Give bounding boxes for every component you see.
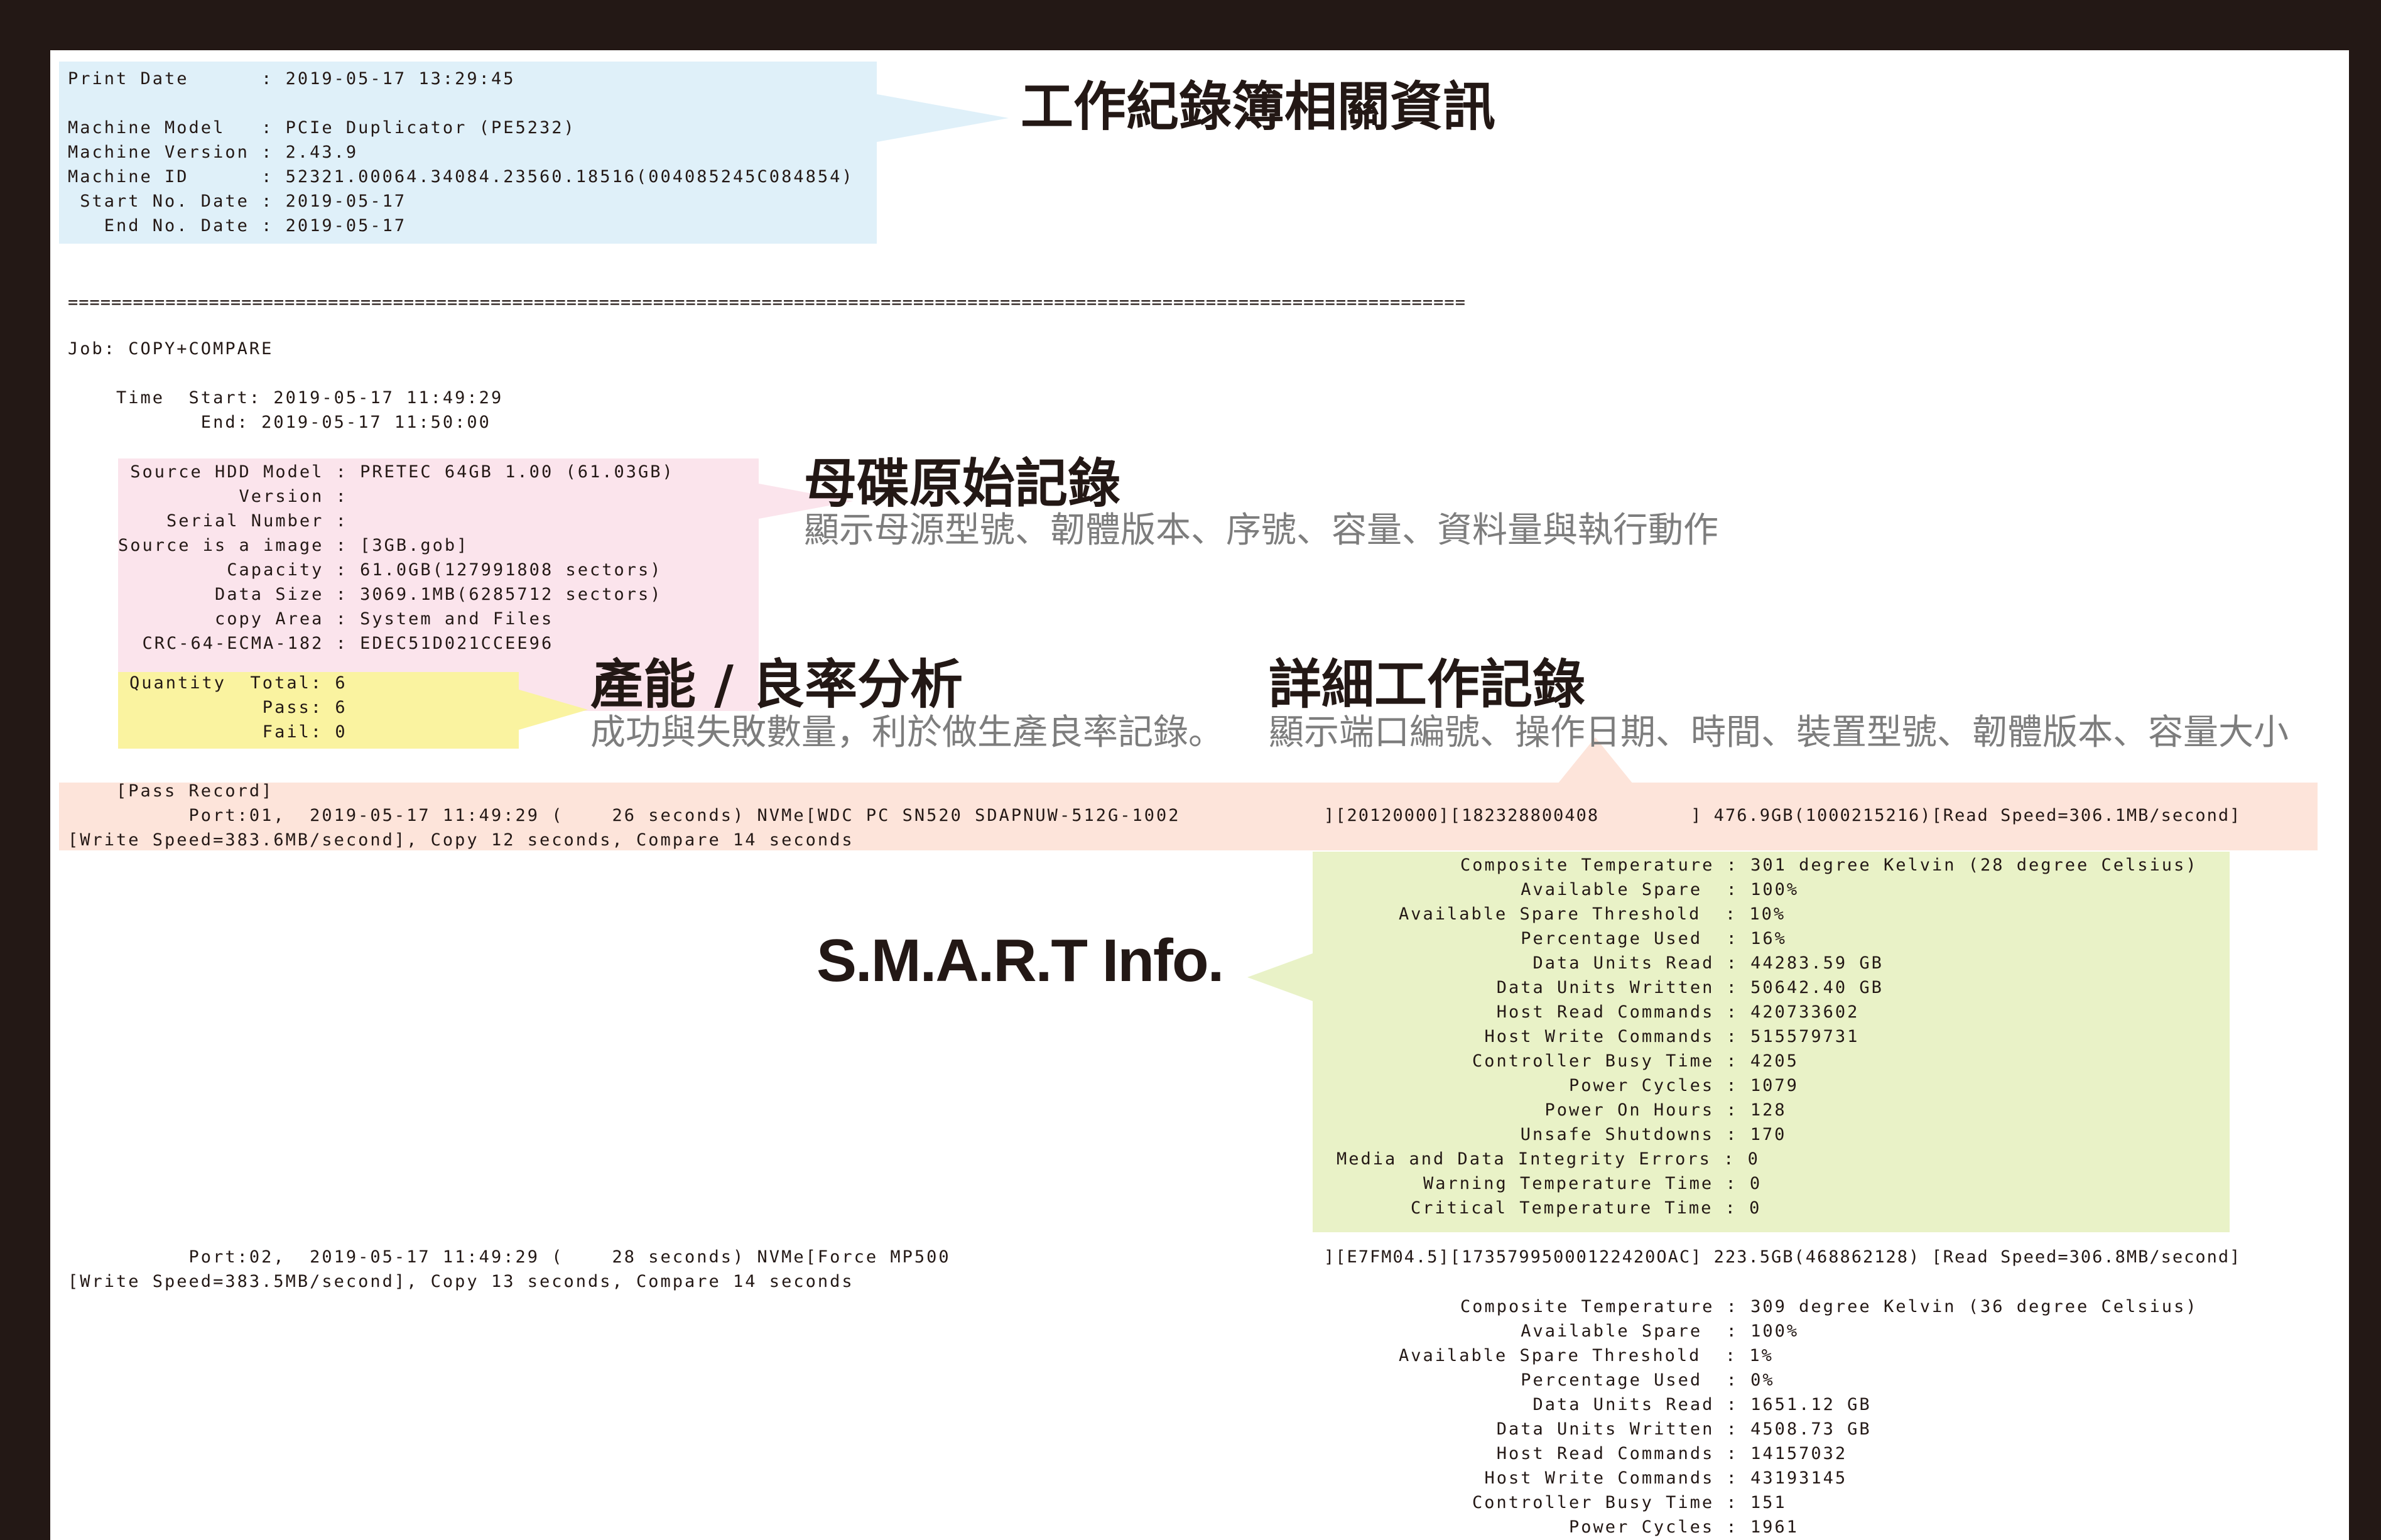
source-copy-area-line: copy Area : System and Files	[118, 609, 554, 629]
smart-row: Power Cycles : 1961	[1472, 1517, 1799, 1537]
machine-id-line: Machine ID : 52321.00064.34084.23560.185…	[68, 167, 854, 187]
time-end-line: End: 2019-05-17 11:50:00	[68, 413, 491, 432]
yield-analysis-heading: 產能 / 良率分析	[590, 654, 963, 715]
smart-info-heading: S.M.A.R.T Info.	[816, 927, 1224, 994]
master-record-description: 顯示母源型號、韌體版本、序號、容量、資料量與執行動作	[804, 510, 1718, 551]
smart-row: Controller Busy Time : 4205	[1472, 1051, 1799, 1071]
smart-row: Host Read Commands : 420733602	[1460, 1002, 1860, 1022]
report-paper: Print Date : 2019-05-17 13:29:45 Machine…	[50, 50, 2349, 1540]
end-no-date-line: End No. Date : 2019-05-17	[68, 216, 407, 236]
machine-model-line: Machine Model : PCIe Duplicator (PE5232)	[68, 118, 576, 138]
smart-row: Composite Temperature : 301 degree Kelvi…	[1460, 855, 2198, 875]
smart-row: Available Spare Threshold : 1%	[1399, 1346, 1774, 1365]
smart-row: Warning Temperature Time : 0	[1423, 1174, 1762, 1193]
smart-row: Available Spare Threshold : 10%	[1399, 904, 1786, 924]
smart-row: Data Units Read : 44283.59 GB	[1460, 953, 1884, 973]
quantity-fail-line: Fail: 0	[129, 722, 347, 742]
smart-row: Host Write Commands : 515579731	[1460, 1027, 1860, 1046]
quantity-pass-line: Pass: 6	[129, 698, 347, 717]
port2-write-line: [Write Speed=383.5MB/second], Copy 13 se…	[68, 1272, 854, 1291]
source-crc-line: CRC-64-ECMA-182 : EDEC51D021CCEE96	[118, 634, 554, 653]
detail-record-description: 顯示端口編號、操作日期、時間、裝置型號、韌體版本、容量大小	[1269, 712, 2289, 753]
smart-row: Critical Temperature Time : 0	[1411, 1198, 1762, 1218]
smart-row: Unsafe Shutdowns : 170	[1484, 1125, 1787, 1144]
smart-info-callout-pointer	[1247, 953, 1313, 1001]
quantity-total-line: Quantity Total: 6	[129, 673, 347, 693]
smart-row: Data Units Written : 50642.40 GB	[1460, 978, 1884, 997]
machine-info-callout-pointer	[877, 94, 1009, 142]
port1-speed-line: ][20120000][182328800408 ] 476.9GB(10002…	[1324, 806, 2242, 825]
quantity-callout-pointer	[519, 690, 588, 730]
document-page: { "header": { "print_date": "Print Date …	[0, 0, 2381, 1540]
source-data-size-line: Data Size : 3069.1MB(6285712 sectors)	[118, 585, 663, 604]
time-start-line: Time Start: 2019-05-17 11:49:29	[68, 388, 504, 408]
smart-row: Data Units Read : 1651.12 GB	[1460, 1395, 1872, 1414]
source-capacity-line: Capacity : 61.0GB(127991808 sectors)	[118, 560, 663, 580]
separator-line: ========================================…	[68, 293, 1466, 312]
job-line: Job: COPY+COMPARE	[68, 339, 274, 359]
smart-row: Data Units Written : 4508.73 GB	[1460, 1419, 1872, 1439]
start-no-date-line: Start No. Date : 2019-05-17	[68, 192, 407, 211]
smart-row: Composite Temperature : 309 degree Kelvi…	[1460, 1297, 2198, 1316]
source-version-line: Version :	[118, 487, 348, 506]
port2-speed-line: ][E7FM04.5][17357995000122420OAC] 223.5G…	[1324, 1247, 2242, 1267]
pass-record-label: [Pass Record]	[68, 781, 274, 801]
source-model-line: Source HDD Model : PRETEC 64GB 1.00 (61.…	[118, 462, 675, 482]
port2-device-line: Port:02, 2019-05-17 11:49:29 ( 28 second…	[68, 1247, 951, 1267]
workbook-info-heading: 工作紀錄簿相關資訊	[1021, 76, 1496, 138]
smart-row: Power On Hours : 128	[1472, 1100, 1787, 1120]
smart-row: Controller Busy Time : 151	[1472, 1493, 1787, 1512]
yield-analysis-description: 成功與失敗數量，利於做生產良率記錄。	[590, 712, 1223, 753]
smart-row: Power Cycles : 1079	[1472, 1076, 1799, 1095]
smart-row: Available Spare : 100%	[1460, 880, 1799, 899]
machine-version-line: Machine Version : 2.43.9	[68, 143, 359, 162]
smart-row: Percentage Used : 16%	[1460, 929, 1787, 948]
port1-write-line: [Write Speed=383.6MB/second], Copy 12 se…	[68, 830, 854, 850]
port1-device-line: Port:01, 2019-05-17 11:49:29 ( 26 second…	[68, 806, 1181, 825]
source-serial-line: Serial Number :	[118, 511, 348, 531]
detail-record-heading: 詳細工作記錄	[1269, 654, 1586, 715]
source-image-line: Source is a image : [3GB.gob]	[118, 536, 469, 555]
master-record-heading: 母碟原始記錄	[804, 453, 1121, 514]
smart-row: Percentage Used : 0%	[1460, 1370, 1775, 1390]
smart-row: Host Read Commands : 14157032	[1460, 1444, 1848, 1463]
smart-row: Host Write Commands : 43193145	[1460, 1468, 1848, 1488]
smart-row: Media and Data Integrity Errors : 0	[1337, 1149, 1760, 1169]
print-date-line: Print Date : 2019-05-17 13:29:45	[68, 69, 516, 89]
smart-row: Available Spare : 100%	[1460, 1321, 1799, 1341]
